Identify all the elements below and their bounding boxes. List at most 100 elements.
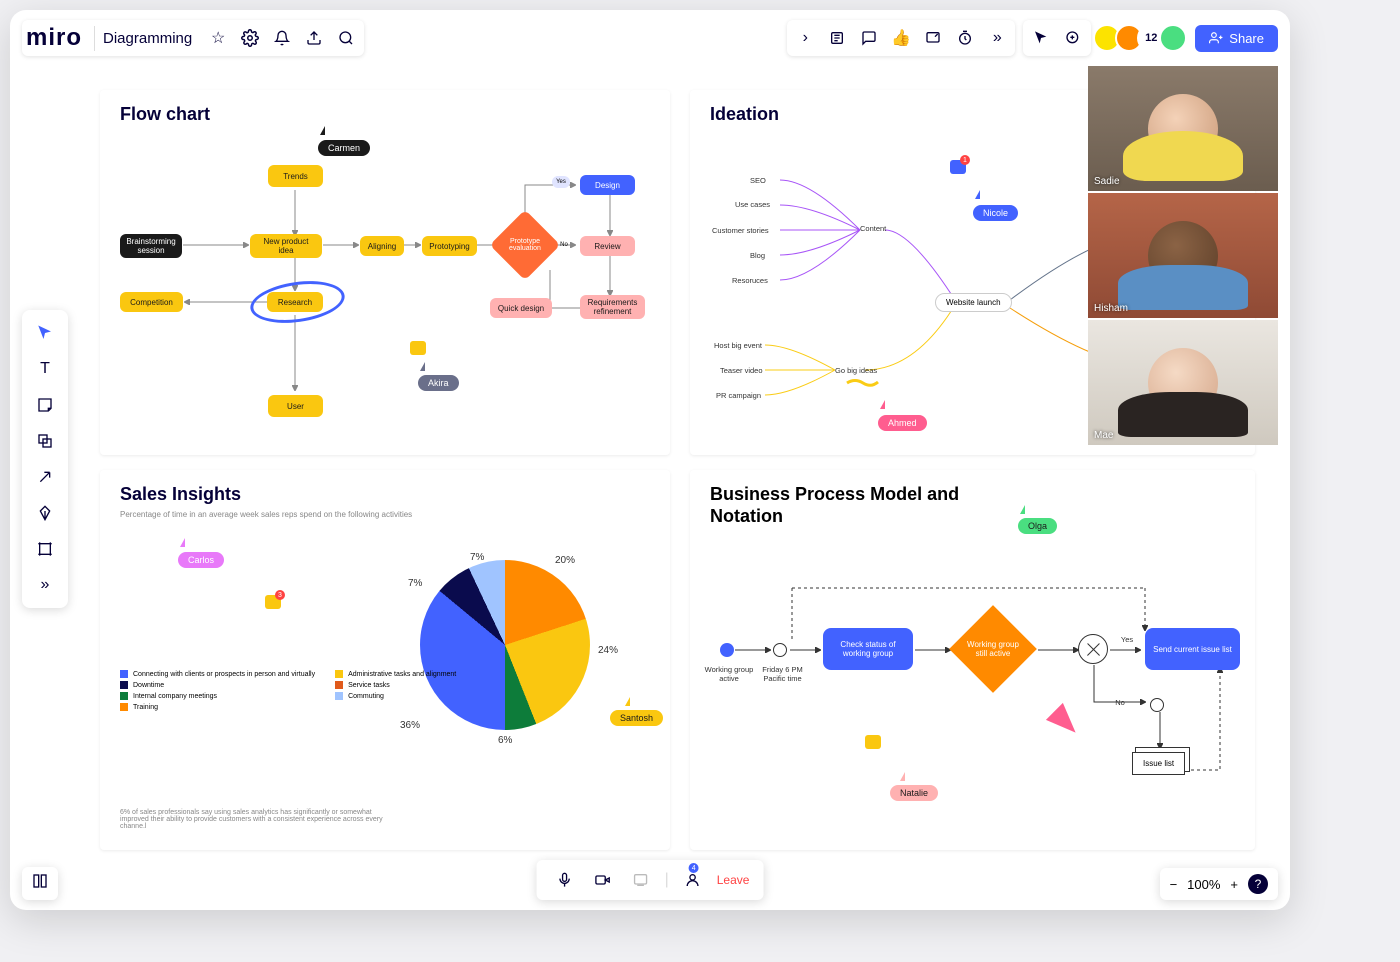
node-review[interactable]: Review — [580, 236, 635, 256]
leave-button[interactable]: Leave — [717, 873, 750, 887]
bpmn-check[interactable]: Check status of working group — [823, 628, 913, 670]
bpmn-doc[interactable]: Issue list — [1132, 752, 1185, 775]
presentation-icon[interactable] — [919, 24, 947, 52]
node-design[interactable]: Design — [580, 175, 635, 195]
node-new-product[interactable]: New product idea — [250, 234, 322, 258]
mm-leaf[interactable]: PR campaign — [716, 391, 761, 400]
cursor-icon — [880, 400, 885, 409]
help-button[interactable]: ? — [1248, 874, 1268, 894]
video-tile[interactable]: Sadie — [1088, 66, 1278, 191]
more-tools[interactable]: » — [28, 568, 62, 602]
frame-title: Ideation — [710, 104, 779, 125]
zoom-to-cursor-icon[interactable] — [1059, 24, 1087, 52]
mic-icon[interactable] — [551, 866, 579, 894]
timer-icon[interactable] — [951, 24, 979, 52]
frames-list-button[interactable] — [22, 867, 58, 900]
screenshare-icon[interactable] — [627, 866, 655, 894]
pie-label: 7% — [470, 552, 484, 563]
pen-tool[interactable] — [28, 496, 62, 530]
mm-leaf[interactable]: Use cases — [735, 200, 770, 209]
frame-flowchart[interactable]: Flow chart Trends Brainstorming session … — [100, 90, 670, 455]
comment-icon[interactable] — [410, 341, 426, 355]
comment-icon[interactable]: 3 — [265, 595, 281, 609]
share-button[interactable]: Share — [1195, 25, 1278, 52]
pie-label: 36% — [400, 720, 420, 731]
frame-title: Sales Insights — [120, 484, 241, 505]
frame-bpmn[interactable]: Business Process Model and Notation Work… — [690, 470, 1255, 850]
cursor-carmen: Carmen — [318, 140, 370, 156]
select-tool[interactable] — [28, 316, 62, 350]
bpmn-gateway[interactable] — [1078, 634, 1108, 664]
more-collab-icon[interactable]: » — [983, 24, 1011, 52]
node-quick-design[interactable]: Quick design — [490, 298, 552, 318]
annotation-arrow[interactable] — [1046, 703, 1084, 741]
mm-leaf[interactable]: Host big event — [714, 341, 762, 350]
label-no: No — [555, 241, 573, 249]
zoom-in-button[interactable]: + — [1230, 877, 1238, 892]
note-icon[interactable] — [823, 24, 851, 52]
bpmn-end-circle[interactable] — [1150, 698, 1164, 712]
node-user[interactable]: User — [268, 395, 323, 417]
participant-name: Mae — [1094, 430, 1113, 441]
add-participant-icon[interactable]: 4 — [679, 866, 707, 894]
mm-leaf[interactable]: Blog — [750, 251, 765, 260]
bpmn-decision[interactable]: Working group still active — [949, 605, 1037, 693]
participant-name: Hisham — [1094, 303, 1128, 314]
cursor-olga: Olga — [1018, 518, 1057, 534]
mm-leaf[interactable]: SEO — [750, 176, 766, 185]
export-icon[interactable] — [300, 24, 328, 52]
cursor-akira: Akira — [418, 375, 459, 391]
frame-tool[interactable] — [28, 532, 62, 566]
search-icon[interactable] — [332, 24, 360, 52]
bpmn-send[interactable]: Send current issue list — [1145, 628, 1240, 670]
app-window: miro Diagramming ☆ › 👍 » — [10, 10, 1290, 910]
node-req-refine[interactable]: Requirements refinement — [580, 295, 645, 319]
sticky-tool[interactable] — [28, 388, 62, 422]
mm-leaf[interactable]: Customer stories — [712, 226, 769, 235]
node-prototyping[interactable]: Prototyping — [422, 236, 477, 256]
legend: Connecting with clients or prospects in … — [120, 670, 456, 714]
node-aligning[interactable]: Aligning — [360, 236, 404, 256]
cursor-icon — [975, 190, 980, 199]
annotation-circle[interactable] — [248, 276, 348, 329]
hide-panel-icon[interactable]: › — [791, 24, 819, 52]
comment-icon[interactable] — [855, 24, 883, 52]
participant-avatars[interactable]: 12 — [1099, 24, 1187, 52]
video-tile[interactable]: Hisham — [1088, 193, 1278, 318]
node-brainstorm[interactable]: Brainstorming session — [120, 234, 182, 258]
arrow-tool[interactable] — [28, 460, 62, 494]
bpmn-start[interactable] — [720, 643, 734, 657]
mindmap-center[interactable]: Website launch — [935, 293, 1012, 312]
bpmn-timer[interactable] — [773, 643, 787, 657]
cursor-icon — [420, 362, 425, 371]
avatar[interactable] — [1159, 24, 1187, 52]
bell-icon[interactable] — [268, 24, 296, 52]
comment-icon[interactable] — [865, 735, 881, 749]
star-icon[interactable]: ☆ — [204, 24, 232, 52]
cursor-tracking-icon[interactable] — [1027, 24, 1055, 52]
mm-leaf[interactable]: Resoruces — [732, 276, 768, 285]
node-trends[interactable]: Trends — [268, 165, 323, 187]
frame-sales[interactable]: Sales Insights Percentage of time in an … — [100, 470, 670, 850]
reactions-icon[interactable]: 👍 — [887, 24, 915, 52]
video-tile[interactable]: Mae — [1088, 320, 1278, 445]
participant-name: Sadie — [1094, 176, 1120, 187]
settings-icon[interactable] — [236, 24, 264, 52]
shape-tool[interactable] — [28, 424, 62, 458]
zoom-level[interactable]: 100% — [1187, 877, 1220, 892]
mm-content[interactable]: Content — [860, 224, 886, 233]
label-yes: Yes — [1117, 635, 1137, 644]
mm-leaf[interactable]: Teaser video — [720, 366, 763, 375]
text-tool[interactable]: T — [28, 352, 62, 386]
comment-icon[interactable]: 1 — [950, 160, 966, 174]
node-prototype-eval[interactable]: Prototype evaluation — [490, 210, 561, 281]
camera-icon[interactable] — [589, 866, 617, 894]
zoom-out-button[interactable]: − — [1170, 877, 1178, 892]
board-name[interactable]: Diagramming — [94, 26, 200, 51]
mm-gobig[interactable]: Go big ideas — [835, 366, 877, 375]
miro-logo[interactable]: miro — [26, 24, 82, 52]
cursor-icon — [180, 538, 185, 547]
video-dock[interactable]: Sadie Hisham Mae — [1088, 66, 1278, 447]
share-label: Share — [1229, 31, 1264, 46]
node-competition[interactable]: Competition — [120, 292, 183, 312]
